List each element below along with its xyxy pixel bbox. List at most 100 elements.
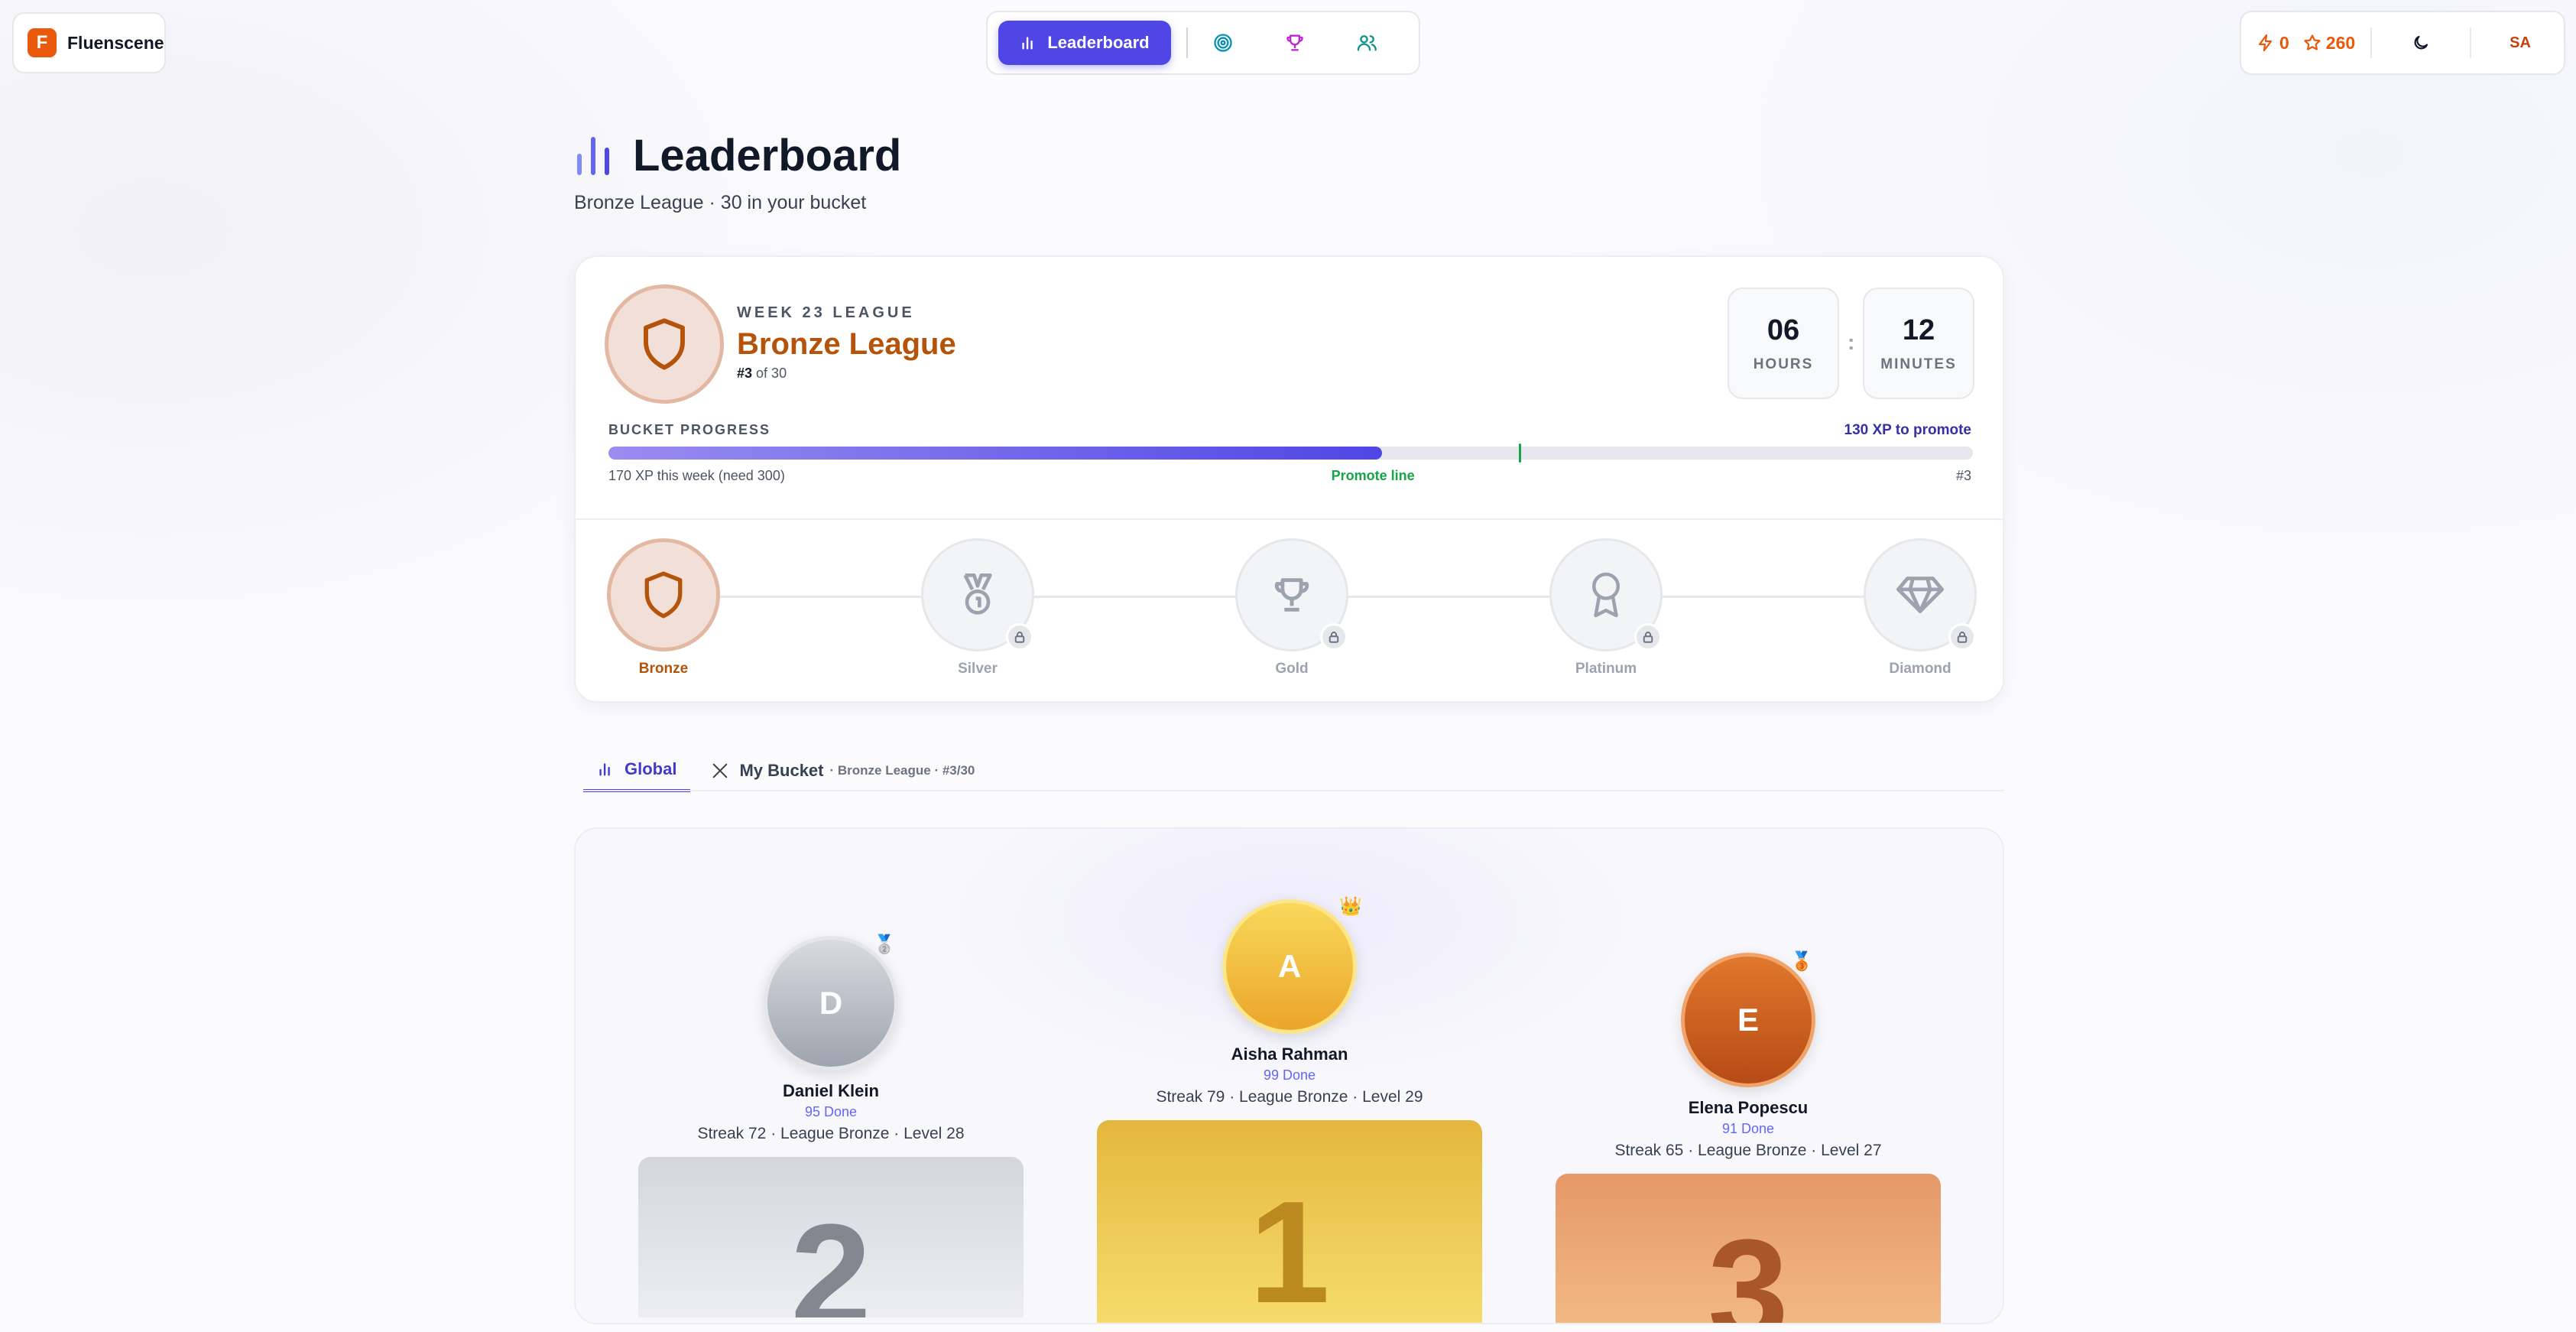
star-icon [2304,34,2321,50]
bronze-medal-icon: 🥉 [1790,951,1813,972]
stats-divider [2470,28,2472,58]
tier-label: Gold [1275,661,1309,677]
nav-users-button[interactable] [1347,23,1387,63]
page-header: Leaderboard [573,130,901,181]
tab-global[interactable]: Global [583,749,691,792]
tab-my-bucket-label: My Bucket [739,761,824,780]
xp-stat: 260 [2303,33,2355,54]
shield-icon [644,571,683,619]
award-ribbon-icon [1592,572,1620,618]
nav-leaderboard-label: Leaderboard [1047,33,1150,52]
player-name: Aisha Rahman [1231,1044,1348,1064]
avatar-initial: D [819,985,843,1021]
place-number: 1 [1249,1171,1330,1324]
brand-name: Fluenscene [67,32,164,53]
swords-icon [713,763,728,778]
tier-gold[interactable]: Gold [1231,538,1353,677]
league-name: Bronze League [737,327,956,361]
streak-stat: 0 [2256,33,2289,54]
xp-to-promote: 130 XP to promote [1844,422,1971,438]
tier-silver[interactable]: Silver [917,538,1039,677]
place-number: 2 [790,1194,871,1317]
minutes-label: MINUTES [1880,356,1957,372]
player-meta: Streak 65 · League Bronze · Level 27 [1614,1142,1882,1159]
lightning-icon [2258,34,2273,52]
crown-icon: 👑 [1339,896,1362,917]
stats-divider [2370,28,2373,58]
diamond-icon [1896,577,1944,613]
main-nav: Leaderboard [986,11,1420,75]
page-subtitle: Bronze League · 30 in your bucket [574,192,867,213]
podium-block: 3 [1556,1174,1941,1324]
card-divider [576,518,2003,520]
podium-second[interactable]: D 🥈 Daniel Klein 95 Done Streak 72 · Lea… [638,934,1024,1317]
tab-my-bucket-meta: · Bronze League · #3/30 [829,763,975,778]
moon-icon [2414,35,2428,50]
promote-line-label: Promote line [1331,468,1415,483]
bar-chart-icon [1022,37,1033,50]
shield-icon [644,318,685,370]
player-done: 95 Done [804,1104,858,1119]
lock-icon [1320,623,1348,651]
tier-badge [1235,538,1348,651]
bar-chart-icon [599,763,610,776]
trophy-icon [1274,578,1309,612]
hours-value: 06 [1767,314,1800,346]
avatar-initial: A [1277,948,1302,984]
trophy-icon [1286,34,1303,51]
tab-global-label: Global [625,759,677,778]
tabs-divider [583,790,2004,791]
tier-badge [607,538,720,651]
minutes-value: 12 [1902,314,1935,346]
timer-minutes: 12 MINUTES [1863,288,1974,399]
avatar: A 👑 [1222,896,1362,1034]
place-number: 3 [1708,1210,1789,1324]
tier-label: Silver [958,661,998,677]
nav-trophy-button[interactable] [1275,23,1315,63]
page-title: Leaderboard [633,131,902,180]
progress-track [608,447,1973,460]
podium-first[interactable]: A 👑 Aisha Rahman 99 Done Streak 79 · Lea… [1097,896,1482,1324]
avatar-initial: E [1737,1002,1759,1038]
nav-leaderboard-button[interactable]: Leaderboard [998,21,1171,65]
tier-diamond[interactable]: Diamond [1859,538,1981,677]
tab-my-bucket[interactable]: My Bucket · Bronze League · #3/30 [698,749,988,792]
tier-label: Diamond [1889,661,1951,677]
timer-hours: 06 HOURS [1728,288,1839,399]
bar-chart-icon [577,136,609,175]
league-card: WEEK 23 LEAGUE Bronze League #3 of 30 06… [574,255,2004,703]
rank-value: #3 [737,365,753,381]
leaderboard-tabs: Global My Bucket · Bronze League · #3/30 [583,749,988,792]
progress-fill [608,447,1383,460]
timer-colon: : [1848,330,1855,354]
podium: D 🥈 Daniel Klein 95 Done Streak 72 · Lea… [574,827,2004,1324]
weekly-xp-text: 170 XP this week (need 300) [608,468,785,483]
player-done: 99 Done [1263,1067,1316,1083]
nav-divider [1186,28,1188,58]
tier-badge [921,538,1034,651]
xp-count: 260 [2325,32,2356,53]
week-label: WEEK 23 LEAGUE [737,304,915,321]
tier-badge [1864,538,1977,651]
player-meta: Streak 72 · League Bronze · Level 28 [697,1125,965,1142]
podium-block: 1 [1097,1120,1482,1324]
rank-of: of 30 [756,365,787,381]
brand[interactable]: F Fluenscene [12,12,166,73]
silver-medal-icon: 🥈 [873,934,896,955]
lock-icon [1006,623,1033,651]
league-rank: #3 of 30 [737,365,787,382]
nav-target-button[interactable] [1203,23,1243,63]
player-name: Elena Popescu [1688,1098,1809,1117]
lock-icon [1634,623,1662,651]
medal-icon [963,573,992,615]
podium-third[interactable]: E 🥉 Elena Popescu 91 Done Streak 65 · Le… [1556,951,1941,1324]
progress-rank: #3 [1955,468,1971,483]
streak-count: 0 [2279,32,2289,53]
tier-label: Bronze [638,661,689,677]
tier-bronze[interactable]: Bronze [602,538,725,677]
target-icon [1214,34,1232,52]
tier-platinum[interactable]: Platinum [1545,538,1667,677]
theme-toggle-button[interactable] [2404,34,2438,52]
brand-logo-icon: F [28,28,57,57]
user-avatar[interactable]: SA [2509,34,2531,52]
